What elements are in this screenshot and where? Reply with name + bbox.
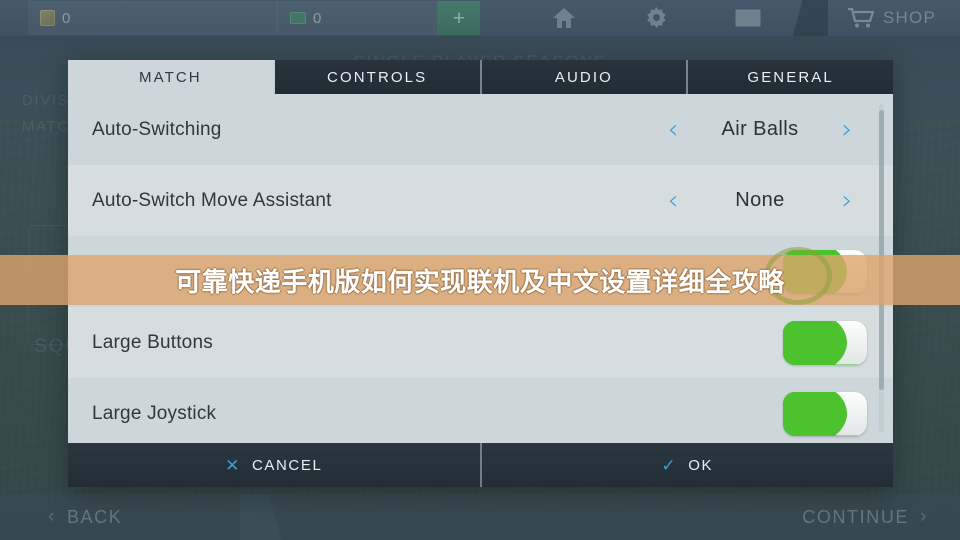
ok-button[interactable]: ✓ OK xyxy=(481,443,893,487)
top-bar: 0 0 + SHOP xyxy=(0,0,960,36)
tab-controls[interactable]: CONTROLS xyxy=(274,60,482,94)
tab-general[interactable]: GENERAL xyxy=(688,60,893,94)
scrollbar-thumb[interactable] xyxy=(879,110,884,390)
coin-icon xyxy=(40,10,55,26)
add-currency-button[interactable]: + xyxy=(438,1,480,35)
cancel-button[interactable]: ✕ CANCEL xyxy=(68,443,482,487)
toggle-knob xyxy=(821,321,867,365)
top-nav xyxy=(518,0,794,36)
shop-button[interactable]: SHOP xyxy=(826,0,960,36)
setting-label: Large Buttons xyxy=(92,331,213,353)
close-icon: ✕ xyxy=(225,455,241,475)
dialog-actions: ✕ CANCEL ✓ OK xyxy=(68,443,893,487)
promo-banner: 可靠快递手机版如何实现联机及中文设置详细全攻略 xyxy=(0,247,960,305)
shop-label: SHOP xyxy=(883,8,936,27)
setting-value: Air Balls xyxy=(721,118,799,140)
setting-label: Auto-Switch Move Assistant xyxy=(92,189,332,211)
setting-toggle[interactable] xyxy=(783,391,867,436)
currency-secondary-value: 0 xyxy=(313,9,322,27)
toggle-knob xyxy=(821,392,867,436)
setting-label: Auto-Switching xyxy=(92,118,222,140)
currency-primary[interactable]: 0 xyxy=(28,1,278,35)
cart-icon xyxy=(848,8,875,28)
chevron-right-icon[interactable]: › xyxy=(827,187,867,214)
setting-row-large-joystick: Large Joystick xyxy=(68,378,893,443)
home-icon xyxy=(553,8,575,28)
cancel-label: CANCEL xyxy=(251,456,323,474)
continue-button[interactable]: CONTINUE › xyxy=(802,506,928,528)
bottom-bar: ‹ BACK CONTINUE › xyxy=(0,494,960,540)
mail-icon xyxy=(735,9,761,27)
continue-label: CONTINUE xyxy=(802,506,910,527)
chevron-left-icon[interactable]: ‹ xyxy=(653,187,693,214)
nav-home-button[interactable] xyxy=(518,0,610,36)
setting-row-auto-switch-move-assistant: Auto-Switch Move Assistant ‹ None › xyxy=(68,165,893,236)
back-label: BACK xyxy=(66,506,123,527)
ok-label: OK xyxy=(688,456,714,474)
setting-label: Large Joystick xyxy=(92,402,217,424)
currency-primary-value: 0 xyxy=(62,9,71,27)
top-bar-notch xyxy=(768,0,828,36)
setting-value: None xyxy=(735,189,785,211)
game-screen: SINGLE PLAYER SEASONS DIVISION 10 MATCHE… xyxy=(0,0,960,540)
bottom-bar-notch xyxy=(240,494,310,540)
tab-audio[interactable]: AUDIO xyxy=(481,60,689,94)
chevron-left-icon: ‹ xyxy=(48,506,56,527)
currency-secondary[interactable]: 0 xyxy=(278,1,438,35)
setting-toggle[interactable] xyxy=(783,320,867,365)
setting-stepper: ‹ None › xyxy=(653,187,867,214)
chevron-left-icon[interactable]: ‹ xyxy=(653,116,693,143)
chevron-right-icon: › xyxy=(920,506,928,527)
cash-icon xyxy=(290,12,306,24)
tab-match[interactable]: MATCH xyxy=(68,60,275,94)
back-button[interactable]: ‹ BACK xyxy=(48,506,122,528)
chevron-right-icon[interactable]: › xyxy=(827,116,867,143)
gear-icon xyxy=(646,6,666,28)
setting-row-auto-switching: Auto-Switching ‹ Air Balls › xyxy=(68,94,893,165)
check-icon: ✓ xyxy=(661,455,678,475)
promo-banner-text: 可靠快递手机版如何实现联机及中文设置详细全攻略 xyxy=(175,267,785,298)
nav-settings-button[interactable] xyxy=(610,0,702,36)
setting-row-large-buttons: Large Buttons xyxy=(68,307,893,378)
settings-tabs: MATCH CONTROLS AUDIO GENERAL xyxy=(68,60,893,94)
setting-stepper: ‹ Air Balls › xyxy=(653,116,867,143)
